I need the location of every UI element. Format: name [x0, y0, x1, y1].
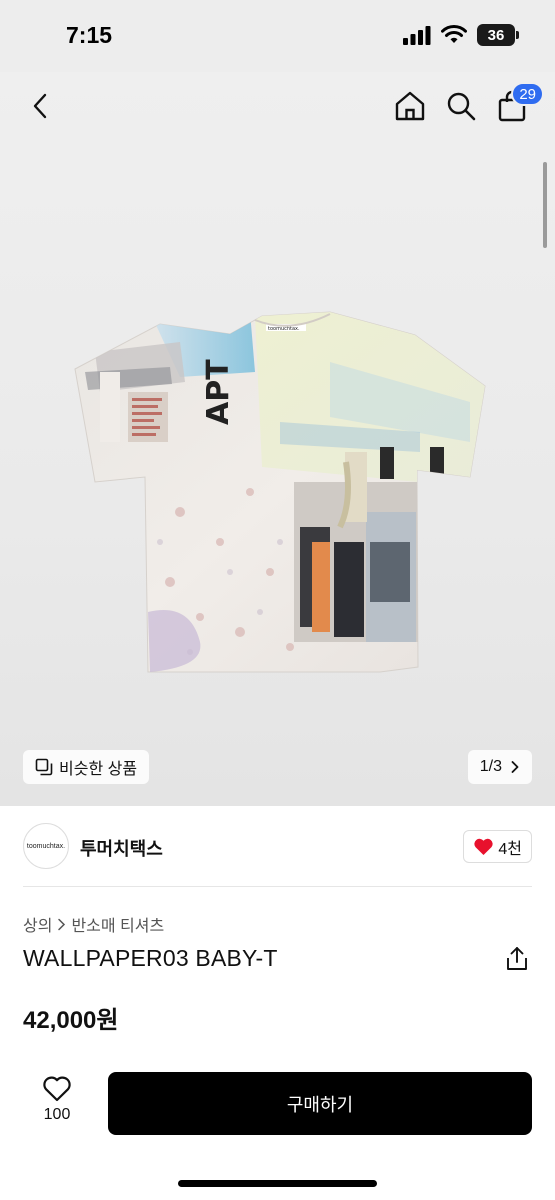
- seller-avatar[interactable]: toomuchtax.: [23, 823, 69, 869]
- buy-button[interactable]: 구매하기: [108, 1072, 532, 1135]
- image-pager-label: 1/3: [479, 758, 502, 775]
- chevron-right-icon: [511, 761, 519, 773]
- share-button[interactable]: [505, 946, 529, 972]
- chevron-right-icon: [58, 918, 66, 930]
- product-image-area[interactable]: 29 APT toomuchtax. 비슷한 상품 1/3: [0, 72, 555, 806]
- heart-outline-icon: [43, 1076, 71, 1102]
- similar-products-label: 비슷한 상품: [59, 761, 138, 778]
- svg-text:APT: APT: [201, 359, 236, 425]
- image-pager-button[interactable]: 1/3: [467, 750, 532, 784]
- heart-filled-icon: [474, 838, 493, 856]
- seller-avatar-text: toomuchtax.: [26, 842, 66, 850]
- signal-icon: [403, 26, 431, 45]
- wishlist-count: 100: [43, 1106, 71, 1123]
- product-title: WALLPAPER03 BABY-T: [23, 945, 278, 971]
- wishlist-button[interactable]: 100: [34, 1075, 80, 1124]
- breadcrumb-subcategory[interactable]: 반소매 티셔츠: [71, 912, 164, 936]
- seller-name[interactable]: 투머치택스: [80, 835, 163, 861]
- copy-icon: [35, 758, 53, 776]
- share-icon: [507, 947, 527, 970]
- divider: [23, 886, 532, 887]
- status-icons: 36: [403, 24, 519, 46]
- wifi-icon: [441, 25, 467, 43]
- status-time: 7:15: [66, 22, 113, 48]
- shop-like-count: 4천: [498, 840, 522, 858]
- battery-icon: 36: [477, 24, 519, 46]
- shop-like-button[interactable]: 4천: [463, 830, 532, 863]
- home-indicator: [178, 1180, 377, 1187]
- breadcrumb: 상의 반소매 티셔츠: [23, 912, 164, 936]
- product-photo: APT toomuchtax.: [74, 311, 486, 673]
- seller-row[interactable]: toomuchtax. 투머치택스 4천: [0, 806, 555, 886]
- similar-products-button[interactable]: 비슷한 상품: [23, 750, 150, 784]
- status-bar: 7:15 36: [0, 0, 555, 72]
- product-price: 42,000원: [23, 1007, 119, 1034]
- breadcrumb-category[interactable]: 상의: [23, 912, 52, 936]
- neck-tag-text: toomuchtax.: [268, 326, 300, 332]
